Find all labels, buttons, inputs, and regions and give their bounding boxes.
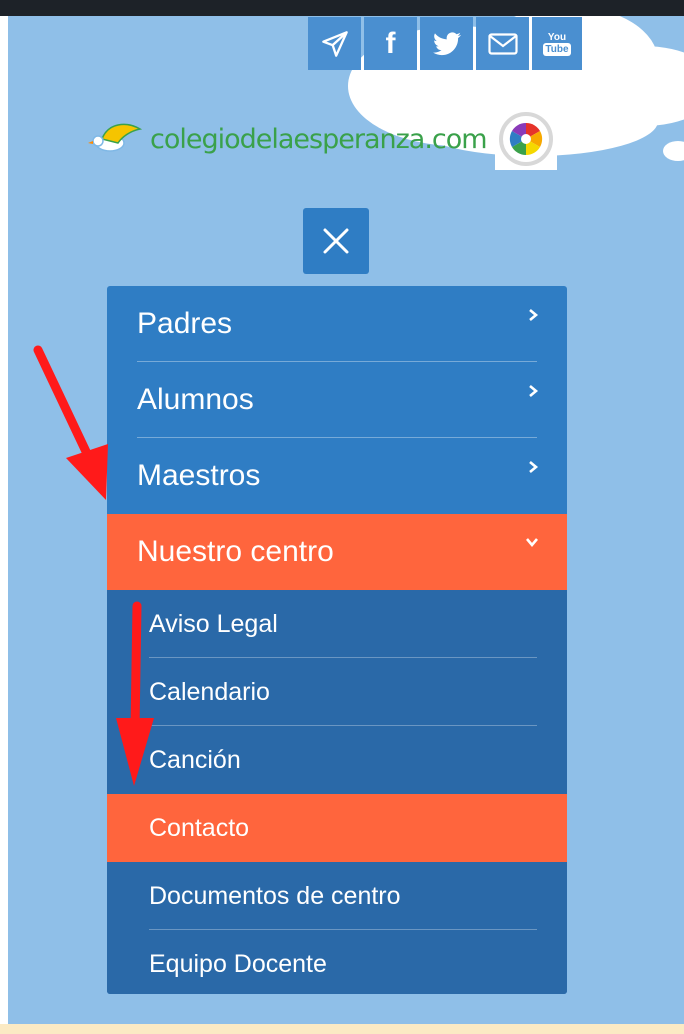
main-menu: Padres Alumnos Maestros Nuestro centro A… xyxy=(107,286,567,994)
submenu-item-label: Calendario xyxy=(149,677,270,706)
close-icon xyxy=(323,228,349,254)
cloud xyxy=(663,141,684,161)
chevron-right-icon xyxy=(529,385,539,397)
top-bar xyxy=(0,0,684,16)
menu-item-label: Nuestro centro xyxy=(137,535,334,568)
submenu-item-contacto[interactable]: Contacto xyxy=(107,794,567,862)
submenu-item-label: Aviso Legal xyxy=(149,609,278,638)
submenu-item-calendario[interactable]: Calendario xyxy=(107,658,567,726)
twitter-icon xyxy=(432,31,461,55)
dove-logo-icon xyxy=(88,123,143,152)
footer-strip xyxy=(0,1024,684,1034)
menu-item-padres[interactable]: Padres xyxy=(107,286,567,362)
annotation-arrow-icon xyxy=(116,601,154,786)
menu-item-maestros[interactable]: Maestros xyxy=(107,438,567,514)
submenu-item-cancion[interactable]: Canción xyxy=(107,726,567,794)
email-button[interactable] xyxy=(476,17,529,70)
menu-item-alumnos[interactable]: Alumnos xyxy=(107,362,567,438)
annotation-arrow-icon xyxy=(33,345,108,500)
submenu-item-aviso-legal[interactable]: Aviso Legal xyxy=(107,590,567,658)
youtube-button[interactable]: You Tube xyxy=(532,17,582,70)
twitter-button[interactable] xyxy=(420,17,473,70)
facebook-icon: f xyxy=(385,26,396,60)
submenu-nuestro-centro: Aviso Legal Calendario Canción Contacto … xyxy=(107,590,567,994)
site-name: colegiodelaesperanza.com xyxy=(150,123,488,155)
menu-item-label: Alumnos xyxy=(137,383,254,416)
submenu-item-label: Contacto xyxy=(149,813,250,842)
submenu-item-label: Equipo Docente xyxy=(149,949,327,978)
chevron-right-icon xyxy=(529,461,539,473)
site-logo[interactable]: colegiodelaesperanza.com xyxy=(88,108,557,170)
menu-item-label: Maestros xyxy=(137,459,261,492)
paper-plane-icon xyxy=(321,30,348,57)
chevron-right-icon xyxy=(529,309,539,321)
telegram-button[interactable] xyxy=(308,17,361,70)
submenu-item-equipo-docente[interactable]: Equipo Docente xyxy=(107,930,567,994)
submenu-item-label: Documentos de centro xyxy=(149,881,401,910)
submenu-item-label: Canción xyxy=(149,745,241,774)
facebook-button[interactable]: f xyxy=(364,17,417,70)
youtube-icon: You Tube xyxy=(543,31,571,56)
menu-item-label: Padres xyxy=(137,307,233,340)
envelope-icon xyxy=(487,32,518,55)
chevron-down-icon xyxy=(526,538,538,548)
close-menu-button[interactable] xyxy=(303,208,369,274)
menu-item-nuestro-centro[interactable]: Nuestro centro xyxy=(107,514,567,590)
school-badge-icon xyxy=(494,108,557,170)
social-bar: f You Tube xyxy=(308,17,582,70)
submenu-item-documentos-de-centro[interactable]: Documentos de centro xyxy=(107,862,567,930)
